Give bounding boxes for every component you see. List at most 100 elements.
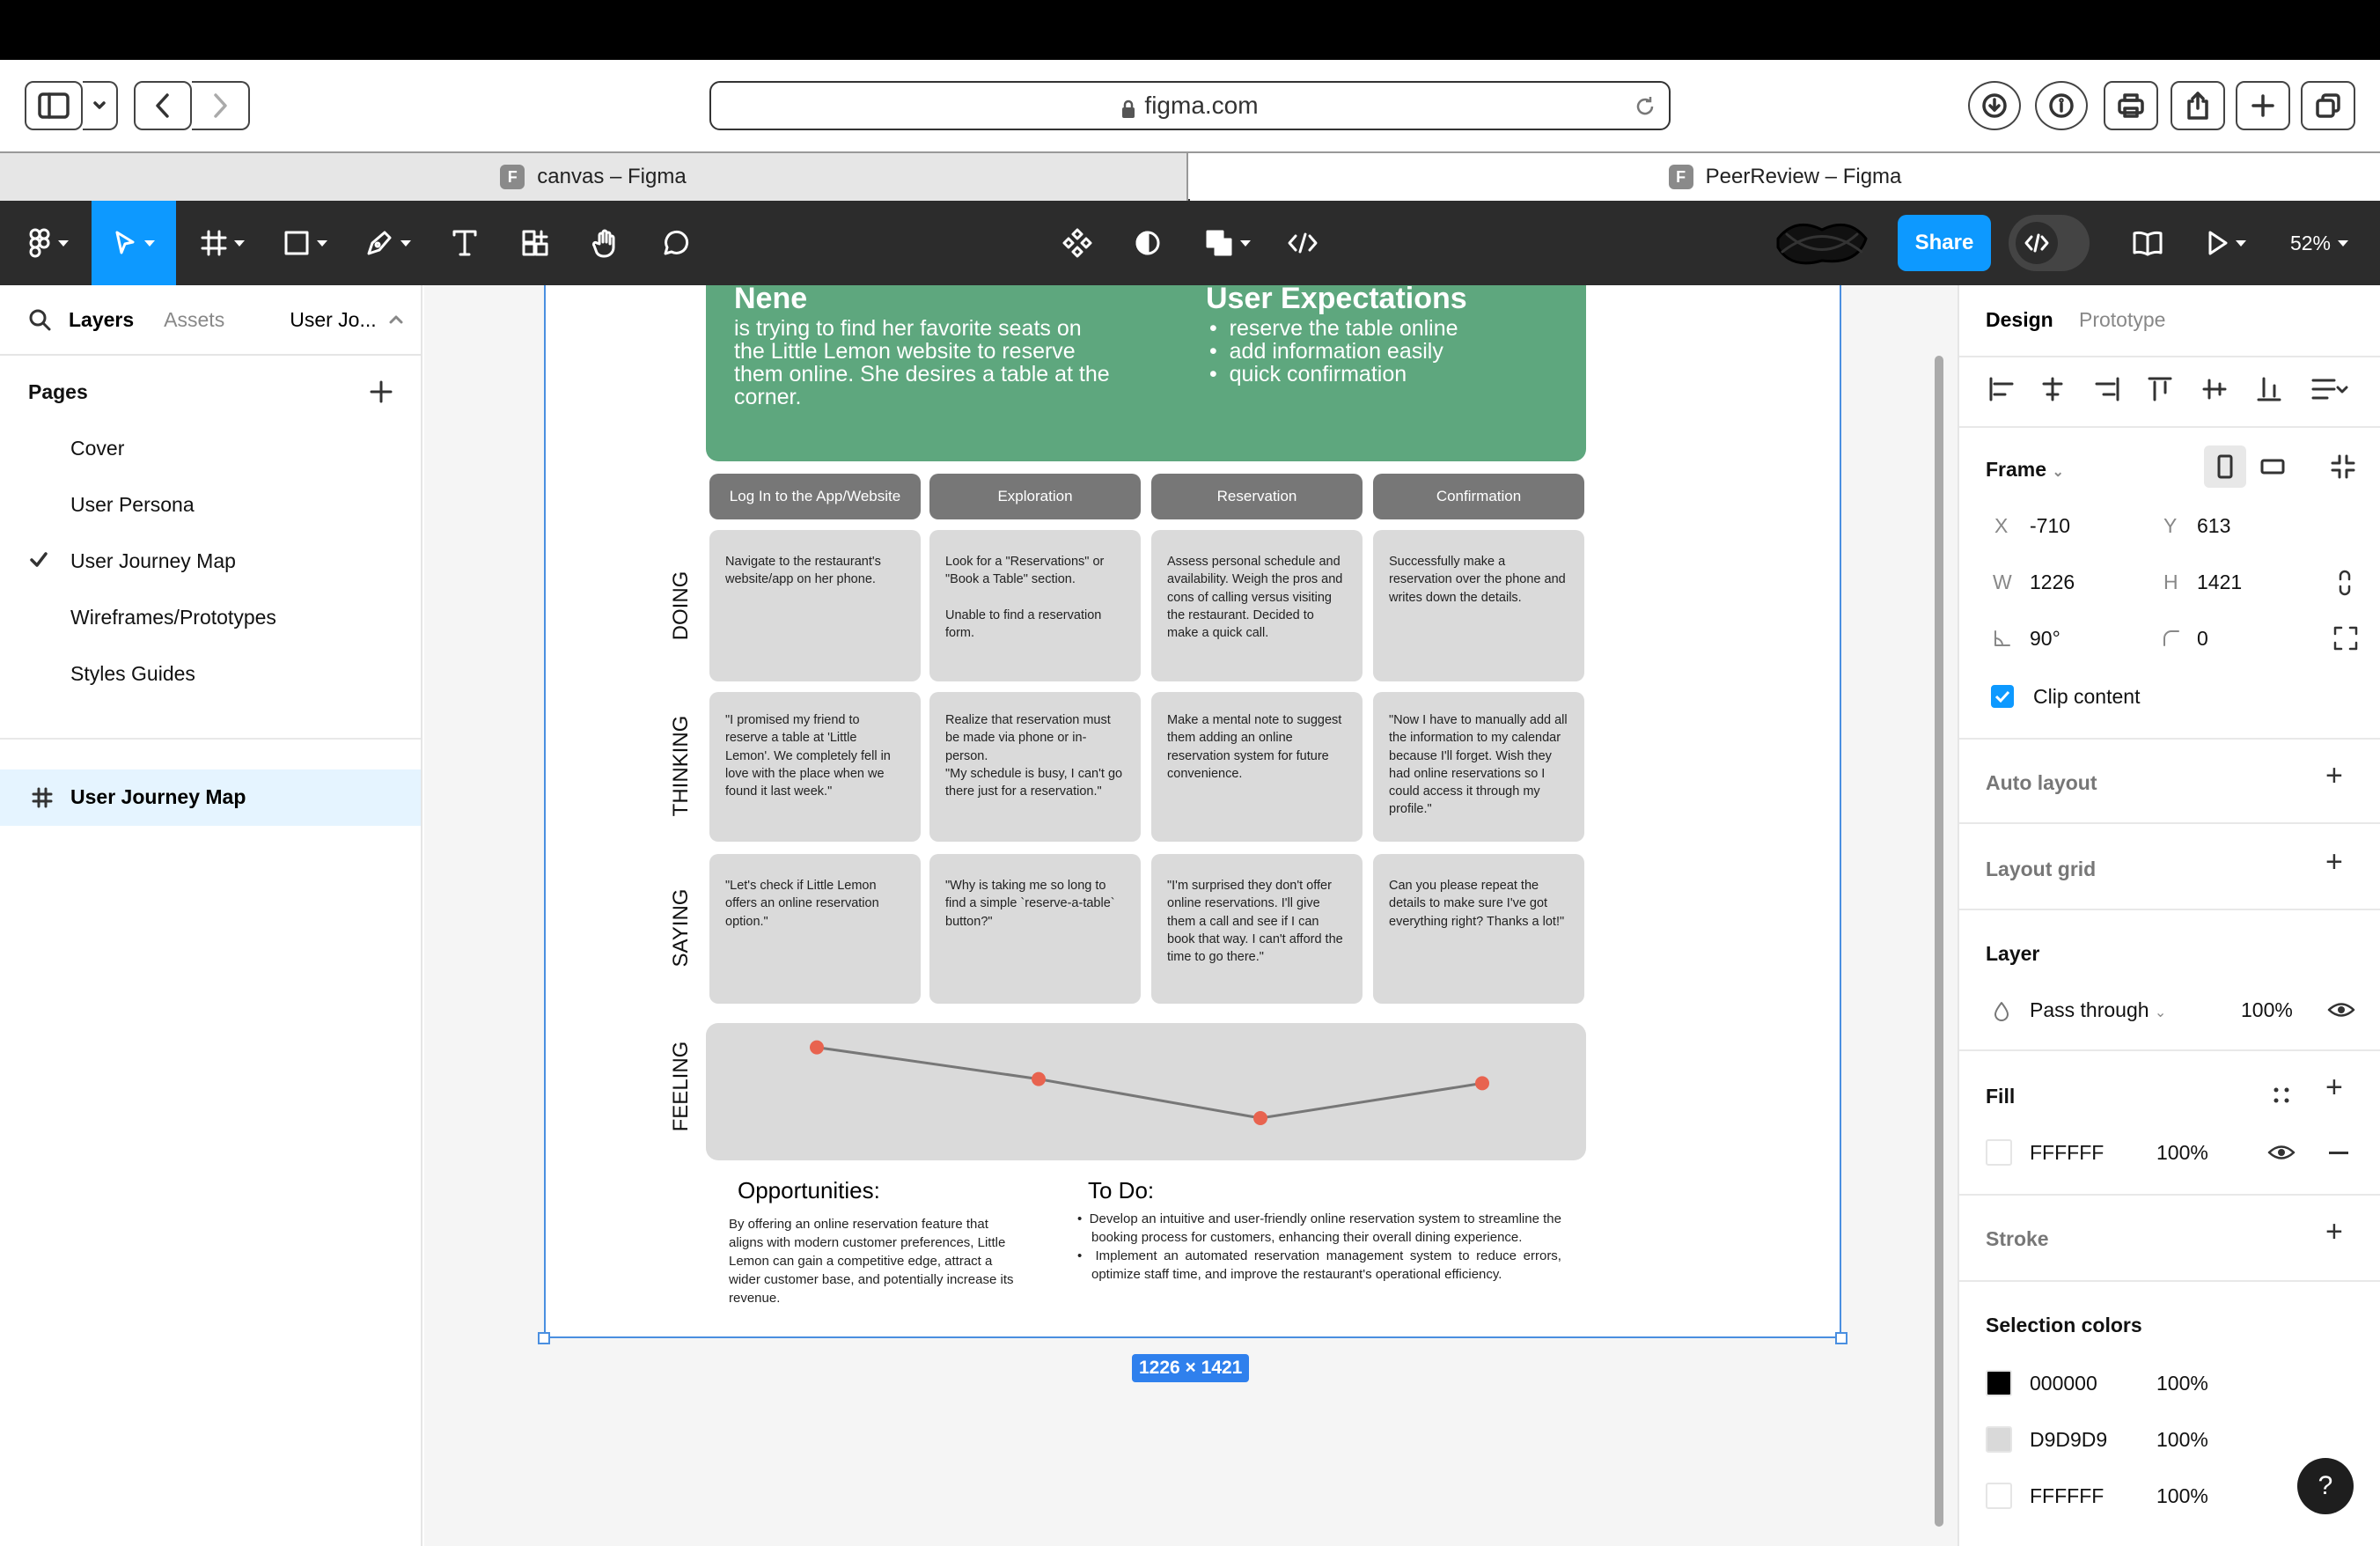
portrait-button[interactable] (2204, 445, 2246, 488)
canvas-scrollbar[interactable] (1935, 356, 1943, 1527)
resize-handle[interactable] (538, 1332, 550, 1344)
row-label-doing: DOING (669, 571, 693, 641)
add-stroke-icon[interactable]: + (2325, 1215, 2343, 1249)
main-menu-button[interactable] (18, 201, 79, 285)
share-button[interactable]: Share (1898, 215, 1991, 271)
add-layout-grid-icon[interactable]: + (2325, 845, 2343, 880)
present-button[interactable] (2195, 201, 2257, 285)
zoom-menu[interactable]: 52% (2280, 201, 2359, 285)
persona-header: Nene is trying to find her favorite seat… (706, 285, 1586, 461)
rotation-input[interactable]: 90° (2030, 627, 2060, 651)
forward-button[interactable] (192, 81, 250, 130)
stage-exploration: Exploration (929, 474, 1141, 519)
selection-color-hex[interactable]: 000000 (2030, 1372, 2097, 1395)
journey-map-frame[interactable]: Nene is trying to find her favorite seat… (544, 285, 1841, 1338)
x-input[interactable]: -710 (2030, 514, 2070, 538)
figma-favicon-icon: F (500, 165, 525, 189)
current-page-selector[interactable]: User Jo... (290, 308, 376, 332)
sidebar-menu-button[interactable] (83, 81, 118, 130)
frame-type-selector[interactable]: Frame ⌄ (1986, 458, 2064, 482)
share-page-button[interactable] (2171, 81, 2225, 130)
canvas[interactable]: Nene is trying to find her favorite seat… (424, 285, 1958, 1546)
resize-to-fit-icon[interactable] (2325, 449, 2361, 484)
height-input[interactable]: 1421 (2197, 571, 2242, 594)
pen-tool[interactable] (357, 201, 419, 285)
add-page-icon[interactable] (370, 380, 393, 403)
sidebar-toggle-button[interactable] (25, 81, 83, 130)
style-grid-icon[interactable] (2269, 1083, 2294, 1108)
expectation-item: • add information easily (1209, 339, 1443, 364)
library-button[interactable] (2123, 201, 2172, 285)
dev-mode-toggle[interactable] (2009, 215, 2090, 271)
selection-color-swatch[interactable] (1986, 1483, 2012, 1509)
y-input[interactable]: 613 (2197, 514, 2230, 538)
fill-opacity-input[interactable]: 100% (2156, 1141, 2208, 1165)
add-auto-layout-icon[interactable]: + (2325, 759, 2343, 793)
fill-swatch[interactable] (1986, 1139, 2012, 1166)
layout-grid-title: Layout grid (1986, 858, 2097, 880)
downloads-button[interactable] (1968, 81, 2021, 130)
text-tool[interactable] (440, 201, 489, 285)
avatar[interactable] (1769, 201, 1875, 285)
fill-hex-input[interactable]: FFFFFF (2030, 1141, 2104, 1165)
browser-tab-canvas[interactable]: F canvas – Figma (0, 153, 1188, 201)
tab-design[interactable]: Design (1986, 308, 2053, 332)
hand-tool[interactable] (581, 201, 630, 285)
constrain-proportions-icon[interactable] (2332, 569, 2357, 597)
page-user-persona[interactable]: User Persona (70, 493, 195, 517)
layer-row-selected[interactable]: User Journey Map (0, 769, 421, 826)
selection-color-hex[interactable]: D9D9D9 (2030, 1428, 2107, 1452)
info-button[interactable] (2035, 81, 2088, 130)
page-styles-guides[interactable]: Styles Guides (70, 662, 195, 686)
comment-tool[interactable] (651, 201, 701, 285)
component-button[interactable] (1053, 201, 1102, 285)
tab-layers[interactable]: Layers (69, 308, 134, 332)
chevron-up-icon[interactable] (389, 315, 403, 324)
shape-tool[interactable] (275, 201, 336, 285)
landscape-icon[interactable] (2251, 445, 2294, 488)
add-fill-icon[interactable]: + (2325, 1071, 2343, 1105)
todo-item: • Develop an intuitive and user-friendly… (1077, 1211, 1561, 1245)
remove-fill-icon[interactable] (2329, 1152, 2348, 1154)
browser-tab-peerreview[interactable]: F PeerReview – Figma (1190, 153, 2380, 201)
selection-color-swatch[interactable] (1986, 1426, 2012, 1453)
dev-mode-code-button[interactable] (1278, 201, 1327, 285)
mask-button[interactable] (1123, 201, 1172, 285)
back-button[interactable] (134, 81, 192, 130)
selection-color-swatch[interactable] (1986, 1370, 2012, 1396)
boolean-icon (1206, 230, 1232, 256)
resources-tool[interactable] (511, 201, 560, 285)
clip-content-checkbox[interactable] (1991, 685, 2014, 708)
page-cover[interactable]: Cover (70, 437, 124, 460)
boolean-button[interactable] (1197, 201, 1259, 285)
print-button[interactable] (2104, 81, 2158, 130)
independent-corners-icon[interactable] (2332, 625, 2359, 652)
alignment-toolbar[interactable] (1986, 370, 2373, 409)
rotation-icon (1994, 630, 2010, 646)
eye-icon[interactable] (2327, 998, 2355, 1021)
dimension-badge: 1226 × 1421 (1132, 1354, 1250, 1382)
eye-icon[interactable] (2267, 1141, 2296, 1164)
frame-tool[interactable] (192, 201, 253, 285)
page-wireframes[interactable]: Wireframes/Prototypes (70, 606, 276, 629)
blend-mode-selector[interactable]: Pass through ⌄ (2030, 998, 2166, 1022)
saying-cell: Can you please repeat the details to mak… (1373, 854, 1584, 1004)
tab-assets[interactable]: Assets (164, 308, 224, 332)
selection-color-hex[interactable]: FFFFFF (2030, 1484, 2104, 1508)
width-input[interactable]: 1226 (2030, 571, 2075, 594)
tab-prototype[interactable]: Prototype (2079, 308, 2165, 332)
page-user-journey-map[interactable]: User Journey Map (70, 549, 236, 573)
todo-title: To Do: (1088, 1177, 1155, 1204)
tab-overview-button[interactable] (2301, 81, 2355, 130)
resize-handle[interactable] (1835, 1332, 1847, 1344)
corner-radius-input[interactable]: 0 (2197, 627, 2208, 651)
thinking-cell: "Now I have to manually add all the info… (1373, 692, 1584, 842)
help-button[interactable]: ? (2297, 1458, 2354, 1514)
layer-opacity-input[interactable]: 100% (2241, 998, 2293, 1022)
reload-icon[interactable] (1634, 95, 1656, 118)
new-tab-button[interactable] (2236, 81, 2290, 130)
move-tool[interactable] (92, 201, 176, 285)
figma-toolbar: Share 52% (0, 201, 2380, 285)
address-bar[interactable]: figma.com (709, 81, 1671, 130)
search-icon[interactable] (28, 308, 51, 331)
